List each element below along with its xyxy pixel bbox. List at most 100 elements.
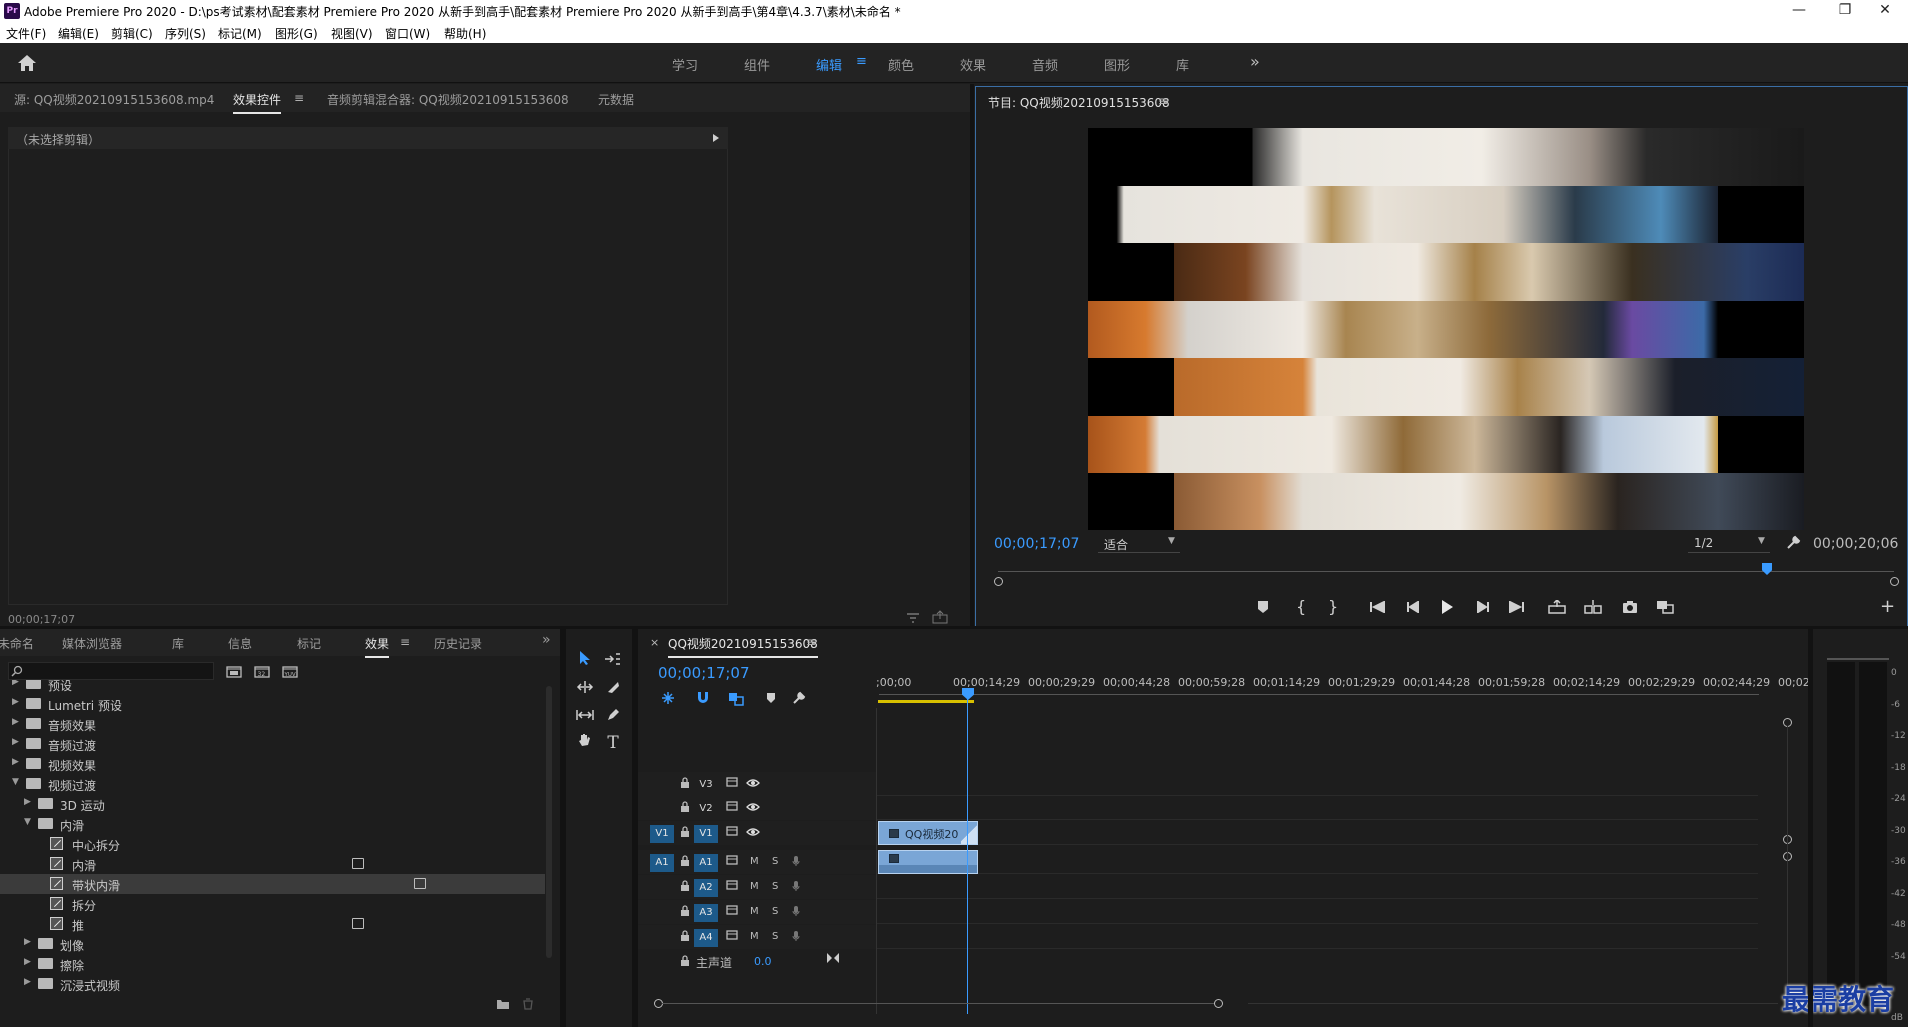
chevron-right-icon[interactable]: ▶ — [24, 937, 31, 947]
resolution-select[interactable]: 1/2 ▼ — [1688, 533, 1770, 553]
go-to-in-icon[interactable] — [1370, 601, 1386, 613]
sync-lock-icon[interactable] — [726, 801, 738, 814]
chevron-right-icon[interactable]: ▶ — [12, 680, 19, 687]
lock-icon[interactable] — [680, 880, 690, 894]
tab-source[interactable]: 源: QQ视频20210915153608.mp4 — [14, 91, 214, 108]
mute-button[interactable]: M — [750, 856, 759, 867]
effect-item[interactable]: 推 — [0, 914, 545, 934]
menu-window[interactable]: 窗口(W) — [385, 25, 430, 42]
expand-arrow-icon[interactable] — [712, 133, 720, 143]
tab-media-browser[interactable]: 媒体浏览器 — [62, 635, 122, 652]
effects-folder[interactable]: ▼ 视频过渡 — [0, 774, 545, 794]
program-current-timecode[interactable]: 00;00;17;07 — [994, 536, 1079, 552]
workspace-learning[interactable]: 学习 — [672, 55, 698, 74]
chevron-right-icon[interactable]: ▶ — [24, 977, 31, 987]
effects-search-field[interactable] — [8, 662, 214, 680]
sync-lock-icon[interactable] — [726, 880, 738, 893]
effects-search-input[interactable] — [25, 664, 211, 678]
home-icon[interactable] — [16, 53, 38, 73]
workspace-graphics[interactable]: 图形 — [1104, 55, 1130, 74]
effects-folder[interactable]: ▶ Lumetri 预设 — [0, 694, 545, 714]
workspace-libraries[interactable]: 库 — [1176, 55, 1189, 74]
workspace-color[interactable]: 颜色 — [888, 55, 914, 74]
lock-icon[interactable] — [680, 801, 690, 815]
extract-icon[interactable] — [1584, 600, 1602, 614]
play-icon[interactable] — [1440, 599, 1454, 615]
sync-lock-icon[interactable] — [726, 855, 738, 868]
mute-button[interactable]: M — [750, 906, 759, 917]
effect-item[interactable]: 中心拆分 — [0, 834, 545, 854]
mute-button[interactable]: M — [750, 931, 759, 942]
horizontal-zoom-bar[interactable] — [654, 999, 1254, 1009]
slip-tool-icon[interactable] — [572, 704, 598, 730]
eye-icon[interactable] — [746, 802, 760, 815]
lock-icon[interactable] — [680, 955, 690, 969]
out-point-icon[interactable]: } — [1328, 597, 1338, 616]
effects-scrollbar[interactable] — [546, 686, 552, 958]
microphone-icon[interactable] — [792, 880, 800, 895]
sync-lock-icon[interactable] — [726, 905, 738, 918]
panel-divider-horizontal[interactable] — [0, 626, 1908, 629]
sync-lock-icon[interactable] — [726, 826, 738, 839]
master-volume-value[interactable]: 0.0 — [754, 955, 772, 968]
lock-icon[interactable] — [680, 905, 690, 919]
program-menu-icon[interactable]: ≡ — [1158, 94, 1168, 108]
new-folder-icon[interactable] — [496, 998, 510, 1010]
go-to-out-icon[interactable] — [1508, 601, 1524, 613]
workspace-audio[interactable]: 音频 — [1032, 55, 1058, 74]
solo-button[interactable]: S — [772, 906, 778, 917]
effects-folder[interactable]: ▶ 沉浸式视频 — [0, 974, 545, 994]
track-label-a4[interactable]: A4 — [694, 929, 718, 947]
eye-icon[interactable] — [746, 778, 760, 791]
close-window-button[interactable]: ✕ — [1862, 0, 1908, 22]
32bit-effects-icon[interactable]: 32 — [254, 664, 270, 678]
track-label-v3[interactable]: V3 — [694, 776, 718, 794]
lock-icon[interactable] — [680, 930, 690, 944]
lock-icon[interactable] — [680, 855, 690, 869]
tab-info[interactable]: 信息 — [228, 635, 252, 652]
effects-folder[interactable]: ▶ 预设 — [0, 680, 545, 694]
clip-transition-marker[interactable] — [961, 822, 977, 844]
export-icon[interactable] — [932, 610, 948, 624]
wrench-icon[interactable] — [1786, 534, 1802, 550]
effect-item[interactable]: 内滑 — [0, 854, 545, 874]
track-label-a2[interactable]: A2 — [694, 879, 718, 897]
effect-item[interactable]: 带状内滑 — [0, 874, 545, 894]
trash-icon[interactable] — [522, 998, 534, 1010]
tab-project[interactable]: 项目: 未命名 — [0, 635, 34, 652]
mute-button[interactable]: M — [750, 881, 759, 892]
video-clip[interactable]: QQ视频20 — [878, 821, 978, 845]
solo-button[interactable]: S — [772, 881, 778, 892]
effect-controls-menu-icon[interactable]: ≡ — [294, 91, 304, 105]
accelerated-effects-icon[interactable] — [226, 664, 242, 678]
microphone-icon[interactable] — [792, 855, 800, 870]
effects-folder[interactable]: ▶ 音频过渡 — [0, 734, 545, 754]
microphone-icon[interactable] — [792, 930, 800, 945]
marker-icon[interactable] — [1257, 600, 1269, 614]
filter-icon[interactable] — [906, 612, 920, 624]
effects-menu-icon[interactable]: ≡ — [400, 635, 410, 649]
sync-lock-icon[interactable] — [726, 930, 738, 943]
pen-tool-icon[interactable] — [600, 704, 626, 730]
lock-icon[interactable] — [680, 777, 690, 791]
chevron-right-icon[interactable]: ▶ — [24, 957, 31, 967]
effects-folder[interactable]: ▶ 音频效果 — [0, 714, 545, 734]
microphone-icon[interactable] — [792, 905, 800, 920]
source-patch-a1[interactable]: A1 — [650, 854, 674, 872]
add-button[interactable]: + — [1880, 596, 1895, 617]
track-label-v1[interactable]: V1 — [694, 825, 718, 843]
program-playhead[interactable] — [1762, 563, 1772, 575]
chevron-right-icon[interactable]: ▶ — [12, 737, 19, 747]
selection-tool-icon[interactable] — [572, 648, 598, 674]
effects-folder[interactable]: ▼ 内滑 — [0, 814, 545, 834]
program-scrub-bar[interactable] — [990, 563, 1902, 586]
workspace-effects[interactable]: 效果 — [960, 55, 986, 74]
eye-icon[interactable] — [746, 827, 760, 840]
effects-folder[interactable]: ▶ 划像 — [0, 934, 545, 954]
yuv-effects-icon[interactable]: YUV — [282, 664, 298, 678]
menu-edit[interactable]: 编辑(E) — [58, 25, 99, 42]
audio-clip[interactable] — [878, 850, 978, 874]
type-tool-icon[interactable]: T — [600, 730, 626, 756]
panel-divider-meters[interactable] — [1808, 628, 1813, 1027]
tab-audio-clip-mixer[interactable]: 音频剪辑混合器: QQ视频20210915153608 — [327, 91, 569, 108]
